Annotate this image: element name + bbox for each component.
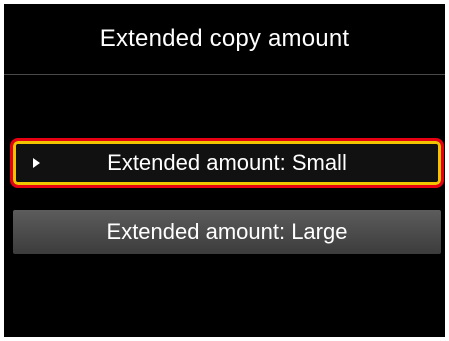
title-divider (4, 74, 445, 75)
page-title-text: Extended copy amount (99, 25, 350, 52)
menu-item-extended-amount-large[interactable]: Extended amount: Large (13, 210, 441, 254)
menu-item-extended-amount-small[interactable]: Extended amount: Small (10, 138, 444, 188)
page-title: Extended copy amount (4, 4, 445, 74)
play-triangle-icon (33, 158, 40, 168)
menu-item-label: Extended amount: Small (107, 150, 347, 175)
printer-lcd-screen: Extended copy amount Extended amount: Sm… (4, 4, 445, 337)
menu-item-label: Extended amount: Large (106, 219, 348, 244)
